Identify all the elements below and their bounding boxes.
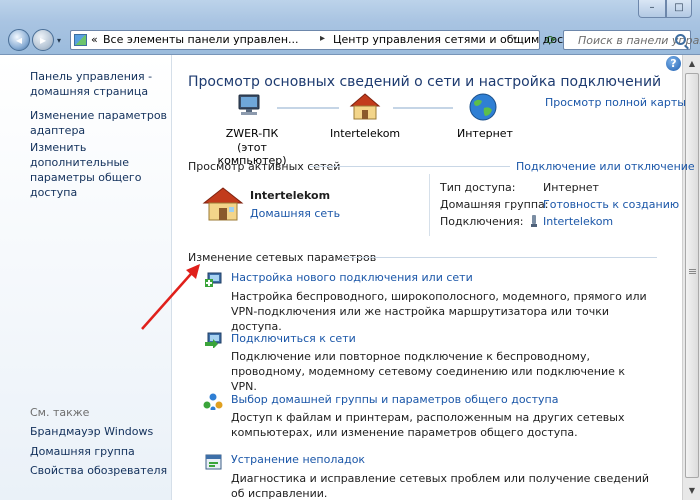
window-chrome: – □ ◂ ▸ ▾ « Все элементы панели управлен… xyxy=(0,0,700,55)
active-network-name: Intertelekom xyxy=(250,189,331,202)
map-internet-name: Интернет xyxy=(457,127,513,140)
sidebar-item-adapter-settings[interactable]: Изменение параметров адаптера xyxy=(30,108,170,138)
search-icon[interactable] xyxy=(675,34,686,45)
home-network-icon[interactable] xyxy=(349,92,381,122)
breadcrumb-all-items[interactable]: Все элементы панели управлен... xyxy=(103,33,299,46)
connection-plug-icon xyxy=(531,215,537,227)
scroll-down-icon[interactable]: ▼ xyxy=(685,484,699,498)
forward-button[interactable]: ▸ xyxy=(32,29,54,51)
address-dropdown-icon[interactable]: ▾ xyxy=(513,34,517,43)
see-also-internet-options[interactable]: Свойства обозревателя xyxy=(30,463,170,478)
section-divider xyxy=(340,257,657,258)
computer-icon[interactable] xyxy=(235,93,265,121)
breadcrumb-overflow[interactable]: « xyxy=(91,33,98,46)
task-new-connection-link[interactable]: Настройка нового подключения или сети xyxy=(231,271,473,284)
new-connection-icon[interactable] xyxy=(203,270,223,288)
sidebar-home-link[interactable]: Панель управления - домашняя страница xyxy=(30,69,170,99)
map-connector-line xyxy=(277,107,339,109)
map-network-name: Intertelekom xyxy=(330,127,401,140)
recent-pages-dropdown[interactable]: ▾ xyxy=(57,36,61,45)
active-networks-separator xyxy=(429,174,430,236)
task-new-connection-desc: Настройка беспроводного, широкополосного… xyxy=(231,290,647,333)
task-homegroup-link[interactable]: Выбор домашней группы и параметров общег… xyxy=(231,393,558,406)
see-also-heading: См. также xyxy=(30,406,90,419)
scroll-thumb[interactable] xyxy=(685,73,699,478)
task-troubleshoot-link[interactable]: Устранение неполадок xyxy=(231,453,365,466)
connect-disconnect-link[interactable]: Подключение или отключение xyxy=(516,160,695,173)
back-button[interactable]: ◂ xyxy=(8,29,30,51)
page-title: Просмотр основных сведений о сети и наст… xyxy=(188,74,662,90)
scroll-grip-icon xyxy=(689,269,696,275)
see-also-homegroup[interactable]: Домашняя группа xyxy=(30,444,170,459)
map-computer-name: ZWER-ПК xyxy=(225,127,279,140)
refresh-icon[interactable]: ⟳ xyxy=(542,32,560,48)
search-input[interactable]: Поиск в панели управлен xyxy=(563,30,700,50)
control-panel-icon xyxy=(74,34,87,46)
minimize-button[interactable]: – xyxy=(638,0,666,18)
address-bar[interactable]: « Все элементы панели управлен... ▸ Цент… xyxy=(70,30,598,50)
navigation-bar: ◂ ▸ ▾ « Все элементы панели управлен... … xyxy=(0,26,700,54)
internet-globe-icon[interactable] xyxy=(468,92,498,122)
section-divider xyxy=(310,166,510,167)
access-type-value: Интернет xyxy=(543,181,599,194)
network-type-link[interactable]: Домашняя сеть xyxy=(250,207,340,220)
homegroup-label: Домашняя группа: xyxy=(440,198,549,211)
vertical-scrollbar[interactable]: ▲ ▼ xyxy=(682,55,700,500)
access-type-label: Тип доступа: xyxy=(440,181,516,194)
map-connector-line xyxy=(393,107,453,109)
full-map-link[interactable]: Просмотр полной карты xyxy=(545,96,686,109)
red-arrow-annotation xyxy=(141,264,200,330)
scroll-up-icon[interactable]: ▲ xyxy=(685,57,699,71)
sidebar-item-sharing-settings[interactable]: Изменить дополнительные параметры общего… xyxy=(30,140,170,200)
connect-network-icon[interactable] xyxy=(203,330,223,348)
connection-link[interactable]: Intertelekom xyxy=(543,215,613,228)
maximize-button[interactable]: □ xyxy=(666,0,692,18)
breadcrumb-separator[interactable]: ▸ xyxy=(320,33,325,44)
troubleshoot-icon[interactable] xyxy=(203,452,223,470)
home-network-large-icon xyxy=(202,187,244,221)
task-connect-network-link[interactable]: Подключиться к сети xyxy=(231,332,356,345)
connections-label: Подключения: xyxy=(440,215,524,228)
task-connect-network-desc: Подключение или повторное подключение к … xyxy=(231,350,626,393)
homegroup-link[interactable]: Готовность к созданию xyxy=(543,198,679,211)
task-troubleshoot-desc: Диагностика и исправление сетевых пробле… xyxy=(231,472,650,500)
see-also-firewall[interactable]: Брандмауэр Windows xyxy=(30,424,170,439)
homegroup-sharing-icon[interactable] xyxy=(203,392,223,410)
task-homegroup-desc: Доступ к файлам и принтерам, расположенн… xyxy=(231,411,625,439)
help-icon[interactable]: ? xyxy=(666,56,681,71)
